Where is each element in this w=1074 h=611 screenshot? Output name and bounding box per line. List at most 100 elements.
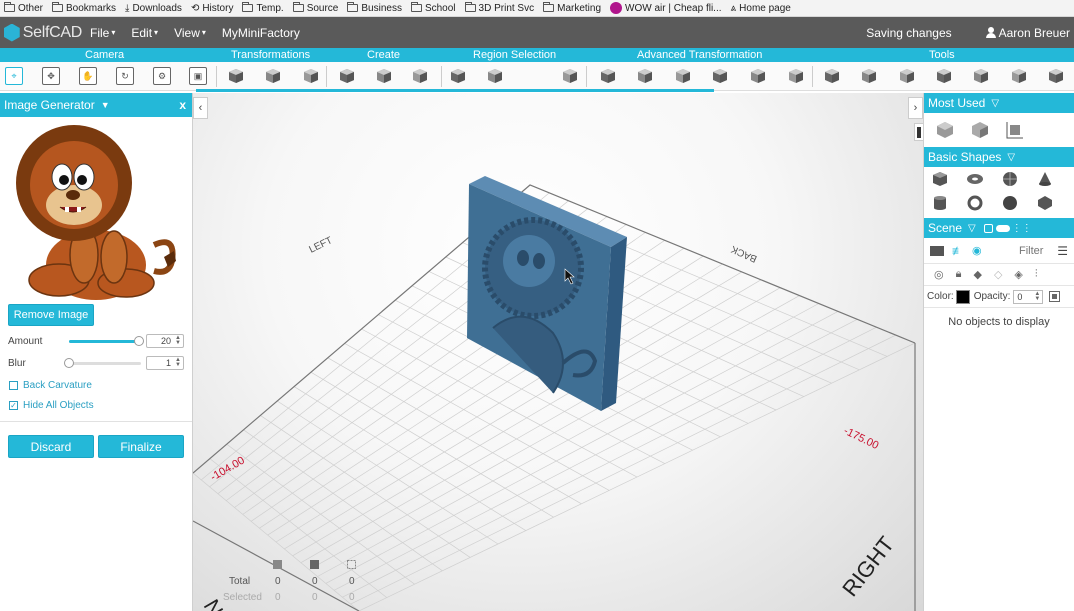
camera-pan-button[interactable]: ✋ (79, 67, 97, 85)
menu-file[interactable]: File ▾ (90, 26, 115, 40)
torus-shape-icon[interactable] (964, 169, 986, 189)
bookmark-marketing[interactable]: Marketing (543, 2, 601, 14)
geosphere-shape-icon[interactable] (999, 193, 1021, 213)
discard-button[interactable]: Discard (8, 435, 94, 458)
material-button[interactable] (1049, 291, 1061, 302)
scale-tool-icon[interactable] (1004, 120, 1026, 140)
bookmark-history[interactable]: ⟲ History (191, 3, 234, 14)
bookmark-business[interactable]: Business (347, 2, 402, 14)
bend-tool-icon[interactable] (787, 67, 805, 85)
basic-shapes-header[interactable]: Basic Shapes ▽ (924, 147, 1074, 167)
collapse-triangle-icon[interactable]: ▽ (991, 98, 999, 109)
collapse-right-panel-button[interactable]: › (908, 97, 923, 119)
3d-viewport[interactable]: LEFT BACK -104.00 -175.00 RIGHT NT ‹ › T… (193, 93, 923, 611)
camera-rotate-button[interactable]: ↻ (116, 67, 134, 85)
round-tool-icon[interactable] (1010, 67, 1028, 85)
hide-all-objects-checkbox[interactable]: ✓ (9, 401, 18, 410)
adjust-column-icon[interactable]: ⫶ (1035, 268, 1038, 281)
panel-toggle-handle[interactable] (914, 123, 923, 141)
cube-shape-icon[interactable] (929, 169, 951, 189)
scene-view-toggle-icon[interactable] (983, 223, 993, 233)
bookmark-3d-print-svc[interactable]: 3D Print Svc (464, 2, 534, 14)
group-objects-icon[interactable] (930, 245, 944, 256)
cone-shape-icon[interactable] (1034, 169, 1056, 189)
most-used-header[interactable]: Most Used ▽ (924, 93, 1074, 113)
color-swatch[interactable] (955, 289, 970, 304)
camera-fit-button[interactable]: ▣ (189, 67, 207, 85)
extrude-tool-icon[interactable] (599, 67, 617, 85)
bookmark-school[interactable]: School (410, 2, 456, 14)
scene-switch-icon[interactable] (995, 224, 1010, 232)
array-tool-icon[interactable] (935, 67, 953, 85)
mirror-tool-icon[interactable] (972, 67, 990, 85)
hide-edges-icon[interactable]: ≢ (952, 244, 964, 258)
remove-image-button[interactable]: Remove Image (8, 304, 94, 326)
collapse-triangle-icon[interactable]: ▽ (1007, 152, 1015, 163)
slice-tool-icon[interactable] (860, 67, 878, 85)
selfcad-logo[interactable]: SelfCAD (0, 23, 82, 42)
loft-tool-icon[interactable] (674, 67, 692, 85)
lock-column-icon[interactable]: 🔒︎ (956, 268, 962, 281)
stitch-tool-icon[interactable] (823, 67, 841, 85)
stepper-arrows-icon[interactable]: ▲ ▼ (1034, 291, 1040, 302)
cylinder-shape-icon[interactable] (929, 193, 951, 213)
camera-settings-button[interactable]: ⚙ (153, 67, 171, 85)
menu-view[interactable]: View ▾ (174, 26, 206, 40)
filter-menu-icon[interactable]: ☰ (1057, 244, 1068, 258)
amount-slider-handle[interactable] (133, 335, 144, 346)
bookmark-other[interactable]: Other (4, 2, 43, 14)
rotate-tool-icon[interactable] (302, 67, 320, 85)
finalize-button[interactable]: Finalize (98, 435, 184, 458)
face-select-tool-icon[interactable] (486, 67, 504, 85)
user-menu[interactable]: Aaron Breuer (985, 26, 1070, 40)
bookmark-wow-air[interactable]: WOW air | Cheap fli... (610, 2, 722, 14)
project-name[interactable]: MyMiniFactory (222, 26, 300, 40)
back-curvature-checkbox[interactable] (9, 381, 18, 390)
scene-grid-icon[interactable]: ⋮⋮ (1012, 223, 1032, 234)
bookmark-downloads[interactable]: ⤓ Downloads (125, 3, 182, 14)
region-select-tool-icon[interactable] (449, 67, 467, 85)
amount-input[interactable]: 20 ▲ ▼ (146, 334, 184, 348)
move-tool-icon[interactable] (227, 67, 245, 85)
measure-tool-icon[interactable] (1047, 67, 1065, 85)
hide-all-objects-option[interactable]: ✓ Hide All Objects (9, 400, 94, 411)
back-curvature-option[interactable]: Back Carvature (9, 380, 92, 391)
solid-column-icon[interactable]: ◆ (973, 268, 981, 281)
menu-edit[interactable]: Edit ▾ (131, 26, 158, 40)
cut-tool-icon[interactable] (898, 67, 916, 85)
bookmark-home-page[interactable]: ⩓ Home page (731, 3, 791, 14)
close-panel-button[interactable]: x (179, 98, 186, 112)
shape-generator-tool-icon[interactable] (375, 67, 393, 85)
bookmark-source[interactable]: Source (292, 2, 338, 14)
wire-column-icon[interactable]: ◇ (994, 268, 1002, 281)
blur-slider[interactable] (64, 357, 141, 368)
amount-slider[interactable] (69, 335, 144, 346)
stepper-arrows-icon[interactable]: ▲ ▼ (175, 335, 181, 346)
dropdown-triangle-icon[interactable]: ▼ (101, 100, 110, 110)
bevel-tool-icon[interactable] (636, 67, 654, 85)
scale-tool-icon[interactable] (264, 67, 282, 85)
camera-select-button[interactable]: ⌖ (5, 67, 23, 85)
cube-tool-icon[interactable] (934, 120, 956, 140)
box-tool-icon[interactable] (969, 120, 991, 140)
shaded-column-icon[interactable]: ◈ (1014, 268, 1022, 281)
camera-move-button[interactable]: ✥ (42, 67, 60, 85)
taper-tool-icon[interactable] (711, 67, 729, 85)
text-3d-tool-icon[interactable] (411, 67, 429, 85)
scene-header[interactable]: Scene ▽ ⋮⋮ (924, 218, 1074, 238)
blur-input[interactable]: 1 ▲ ▼ (146, 356, 184, 370)
eye-column-icon[interactable]: ◎ (934, 268, 944, 281)
cube-create-tool-icon[interactable] (338, 67, 356, 85)
collapse-triangle-icon[interactable]: ▽ (968, 223, 976, 234)
opacity-input[interactable]: 0 ▲ ▼ (1013, 289, 1044, 304)
edge-select-tool-icon[interactable] (561, 67, 579, 85)
visibility-eye-icon[interactable]: ◉ (972, 244, 982, 257)
bookmark-temp[interactable]: Temp. (242, 2, 284, 14)
knot-shape-icon[interactable] (964, 193, 986, 213)
sphere-shape-icon[interactable] (999, 169, 1021, 189)
scene-filter-input[interactable] (1005, 241, 1058, 260)
bookmark-bookmarks[interactable]: Bookmarks (52, 2, 116, 14)
twist-tool-icon[interactable] (749, 67, 767, 85)
collapse-left-panel-button[interactable]: ‹ (193, 97, 208, 119)
polyhedron-shape-icon[interactable] (1034, 193, 1056, 213)
